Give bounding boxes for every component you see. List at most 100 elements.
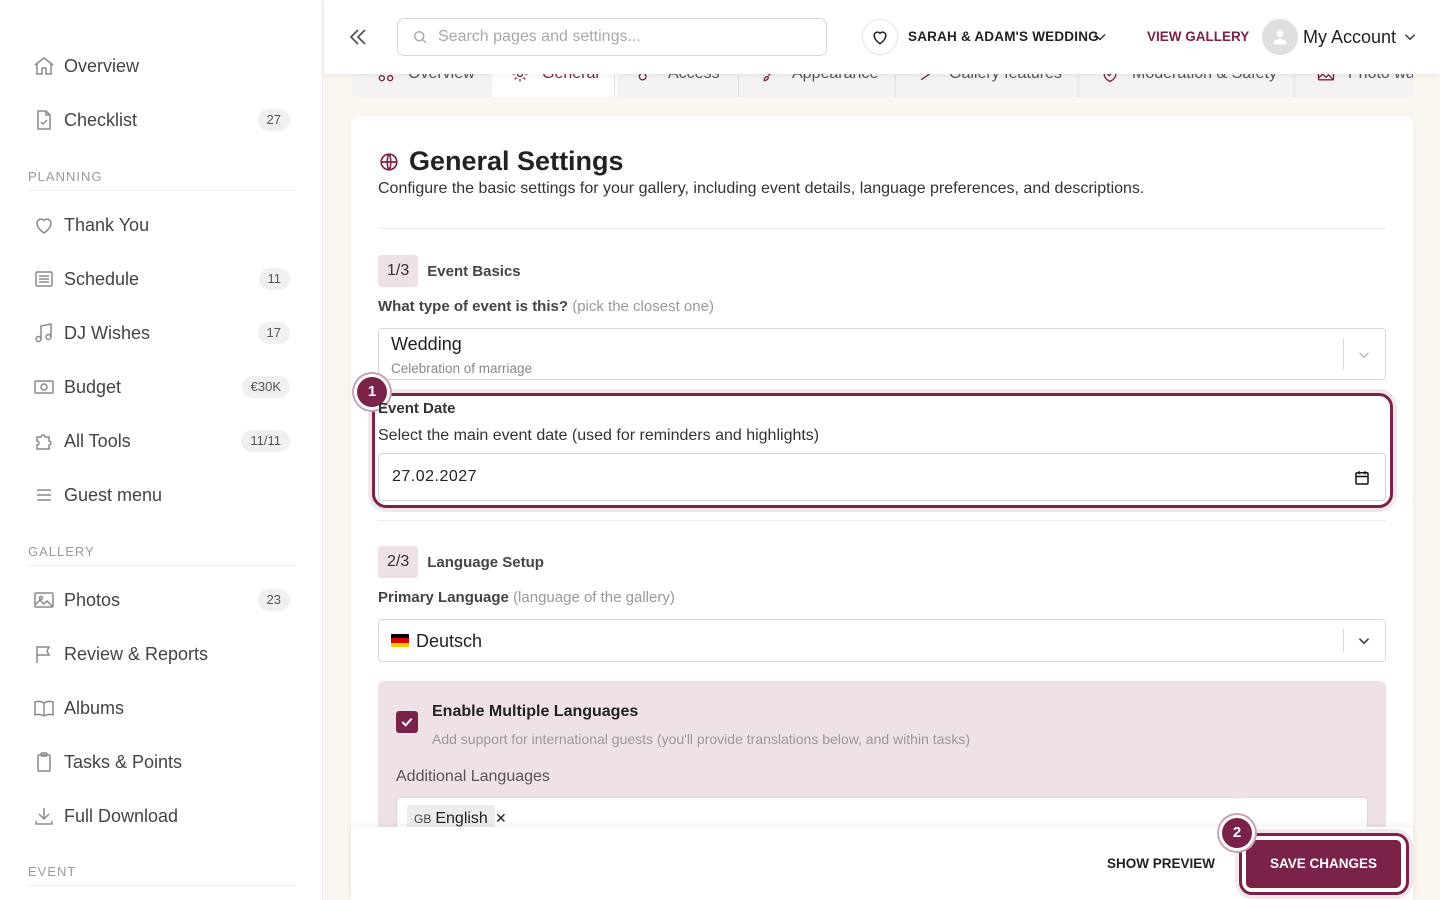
download-icon (35, 808, 53, 825)
multi-language-description: Add support for international guests (yo… (432, 731, 971, 747)
sidebar-item-label: Thank You (64, 214, 150, 235)
label-hint: (language of the gallery) (513, 589, 675, 606)
sidebar-item-label: Full Download (64, 805, 179, 826)
calendar-icon[interactable] (1353, 469, 1371, 487)
divider (378, 228, 1386, 229)
search-box[interactable] (397, 18, 827, 56)
heart-icon (873, 31, 887, 45)
page-description: Configure the basic settings for your ga… (378, 180, 1145, 197)
sidebar-item-budget[interactable]: Budget €30K (28, 365, 296, 409)
germany-flag-icon (391, 634, 409, 647)
sidebar-item-guest-menu[interactable]: Guest menu (28, 473, 296, 517)
count-badge: 17 (257, 322, 290, 344)
collapse-sidebar-icon[interactable] (346, 25, 370, 49)
book-icon (34, 700, 54, 717)
count-badge: 23 (257, 589, 290, 611)
event-date-label: Event Date (378, 400, 456, 417)
event-type-label: What type of event is this? (pick the cl… (378, 298, 714, 315)
chip-name: English (435, 810, 488, 827)
user-icon (1273, 30, 1287, 45)
event-date-description: Select the main event date (used for rem… (378, 427, 820, 444)
sidebar-item-label: Tasks & Points (64, 751, 183, 772)
sidebar-item-albums[interactable]: Albums (28, 686, 296, 730)
multi-language-checkbox[interactable] (396, 711, 418, 733)
label-text: What type of event is this? (378, 298, 569, 315)
avatar (1262, 19, 1298, 55)
action-bar: SHOW PREVIEW SAVE CHANGES 2 (351, 818, 1413, 900)
clipboard-icon (37, 752, 51, 772)
checklist-icon (37, 110, 51, 130)
page-title: General Settings (409, 146, 624, 176)
count-badge: 11/11 (241, 430, 290, 452)
home-icon (34, 57, 54, 75)
sidebar-item-overview[interactable]: Overview (28, 44, 296, 88)
check-icon (401, 717, 413, 727)
event-name[interactable]: SARAH & ADAM'S WEDDING (908, 29, 1099, 44)
puzzle-icon (36, 434, 52, 450)
sidebar-item-label: Overview (64, 55, 140, 76)
chevron-down-icon[interactable] (1090, 27, 1110, 47)
sidebar-item-dj-wishes[interactable]: DJ Wishes 17 (28, 311, 296, 355)
label-text: Primary Language (378, 589, 509, 606)
sidebar-item-review-reports[interactable]: Review & Reports (28, 632, 296, 676)
primary-language-select[interactable]: Deutsch (378, 619, 1386, 662)
menu-icon (37, 489, 51, 501)
sidebar-item-label: DJ Wishes (64, 322, 151, 343)
sidebar-item-checklist[interactable]: Checklist 27 (28, 98, 296, 142)
multi-language-title: Enable Multiple Languages (432, 703, 639, 720)
primary-language-label: Primary Language (language of the galler… (378, 589, 675, 606)
top-bar: SARAH & ADAM'S WEDDING VIEW GALLERY My A… (324, 0, 1440, 74)
selected-value: Wedding (391, 334, 462, 354)
search-icon (414, 31, 427, 44)
music-note-icon (35, 323, 52, 343)
step-marker-2: 2 (1222, 818, 1252, 848)
account-menu[interactable]: My Account (1262, 18, 1419, 56)
save-changes-button[interactable]: SAVE CHANGES (1246, 840, 1401, 888)
remove-chip-icon[interactable]: ✕ (495, 810, 507, 827)
selected-subtitle: Celebration of marriage (391, 361, 533, 376)
globe-icon (380, 152, 398, 171)
event-switch-button[interactable] (862, 19, 898, 55)
divider (378, 520, 1386, 521)
chevron-down-icon (1358, 638, 1370, 645)
sidebar-item-label: Albums (64, 697, 125, 718)
sidebar-item-label: Schedule (64, 268, 140, 289)
sidebar-item-label: All Tools (64, 430, 131, 451)
count-badge: 27 (257, 109, 290, 131)
select-divider (1343, 338, 1344, 370)
section-title-event: EVENT (28, 864, 296, 886)
list-icon (35, 271, 53, 287)
chevron-down-icon (1405, 34, 1416, 41)
step-header-event-basics: 1/3 Event Basics (378, 255, 521, 287)
sidebar-item-thank-you[interactable]: Thank You (28, 203, 296, 247)
section-title-gallery: GALLERY (28, 544, 296, 566)
event-type-select[interactable]: Wedding Celebration of marriage (378, 328, 1386, 380)
sidebar-item-photos[interactable]: Photos 23 (28, 578, 296, 622)
step-badge: 2/3 (378, 546, 419, 578)
event-date-input[interactable]: 27.02.2027 (378, 453, 1386, 501)
show-preview-button[interactable]: SHOW PREVIEW (1107, 856, 1215, 871)
money-icon (34, 380, 54, 394)
additional-languages-label: Additional Languages (396, 768, 550, 785)
sidebar-item-label: Guest menu (64, 484, 163, 505)
count-badge: 11 (258, 268, 290, 290)
heart-icon (36, 218, 52, 234)
account-label: My Account (1303, 26, 1397, 47)
amount-badge: €30K (241, 376, 290, 398)
sidebar-item-label: Photos (64, 589, 121, 610)
search-input[interactable] (438, 28, 798, 46)
step-badge: 1/3 (378, 255, 419, 287)
chevron-down-icon (1359, 352, 1369, 359)
sidebar-item-schedule[interactable]: Schedule 11 (28, 257, 296, 301)
general-settings-card: General Settings Configure the basic set… (351, 116, 1413, 900)
view-gallery-link[interactable]: VIEW GALLERY (1147, 29, 1249, 44)
sidebar-item-tasks-points[interactable]: Tasks & Points (28, 740, 296, 784)
step-title: Language Setup (427, 553, 544, 571)
label-hint: (pick the closest one) (572, 298, 714, 315)
sidebar-item-all-tools[interactable]: All Tools 11/11 (28, 419, 296, 463)
select-divider (1343, 629, 1344, 652)
selected-value: Deutsch (416, 631, 483, 651)
sidebar-item-full-download[interactable]: Full Download (28, 794, 296, 838)
step-title: Event Basics (427, 262, 521, 280)
flag-icon (36, 646, 51, 663)
